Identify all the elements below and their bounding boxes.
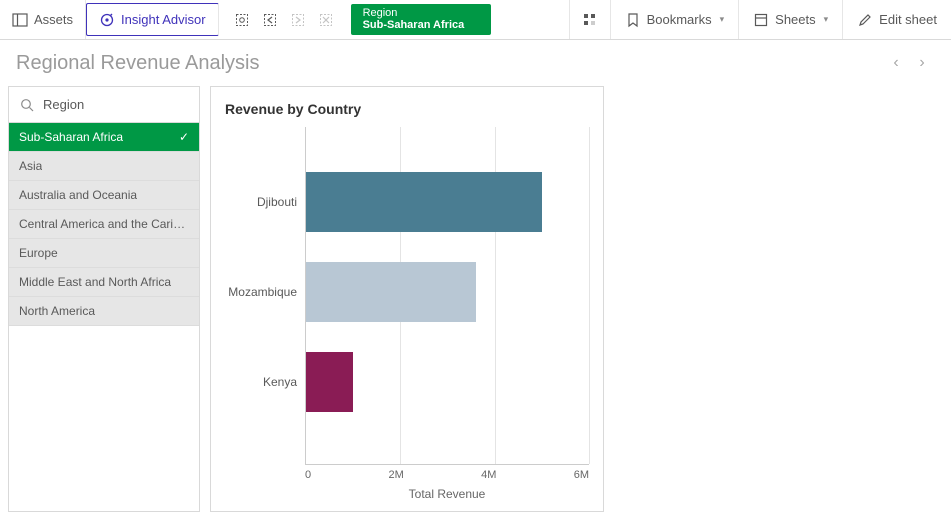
next-sheet-button[interactable]: › [909,54,935,72]
insight-icon [99,12,115,28]
filter-item-label: North America [19,304,95,318]
assets-button[interactable]: Assets [0,0,86,39]
sheet-icon [753,12,769,28]
title-bar: Regional Revenue Analysis ‹ › [0,40,951,86]
panel-icon [12,12,28,28]
filter-item[interactable]: Central America and the Cari… [9,210,199,239]
filter-item-label: Australia and Oceania [19,188,137,202]
filter-list: Sub-Saharan Africa ✓ Asia Australia and Oce… [9,123,199,326]
chart-bar[interactable] [306,352,353,412]
pencil-icon [857,12,873,28]
chart-bar[interactable] [306,172,542,232]
x-tick-label: 6M [574,469,589,481]
filter-pane: Region Sub-Saharan Africa ✓ Asia Australia … [8,86,200,512]
chip-value: Sub-Saharan Africa [363,19,479,32]
filter-item-label: Europe [19,246,58,260]
y-category-label: Mozambique [225,247,305,337]
selection-tools [223,0,345,39]
chart-panel: Revenue by Country DjiboutiMozambiqueKen… [210,86,604,512]
x-tick-label: 0 [305,469,311,481]
filter-item-label: Asia [19,159,42,173]
filter-item[interactable]: Asia [9,152,199,181]
assets-label: Assets [34,12,73,27]
x-tick-label: 2M [388,469,403,481]
step-back-icon[interactable] [257,7,283,33]
selection-chip[interactable]: Region Sub-Saharan Africa [351,4,491,35]
filter-item-label: Sub-Saharan Africa [19,130,123,144]
x-tick-label: 4M [481,469,496,481]
page-title: Regional Revenue Analysis [16,52,260,75]
y-category-label: Kenya [225,337,305,427]
selections-grid-icon [582,12,598,28]
filter-item[interactable]: North America [9,297,199,326]
check-icon: ✓ [179,130,189,144]
filter-header[interactable]: Region [9,87,199,123]
chart-bar[interactable] [306,262,476,322]
clear-selections-icon [313,7,339,33]
step-forward-icon [285,7,311,33]
filter-item[interactable]: Sub-Saharan Africa ✓ [9,123,199,152]
edit-sheet-button[interactable]: Edit sheet [842,0,951,39]
prev-sheet-button[interactable]: ‹ [883,54,909,72]
top-toolbar: Assets Insight Advisor Region Sub-Sahara… [0,0,951,40]
chart-title: Revenue by Country [225,101,589,117]
x-axis-title: Total Revenue [305,487,589,501]
sheets-button[interactable]: Sheets ▾ [738,0,842,39]
bookmarks-button[interactable]: Bookmarks ▾ [610,0,739,39]
sheets-label: Sheets [775,12,815,27]
filter-item[interactable]: Australia and Oceania [9,181,199,210]
chevron-down-icon: ▾ [720,14,725,25]
filter-item-label: Middle East and North Africa [19,275,171,289]
insight-label: Insight Advisor [121,12,206,27]
filter-field-label: Region [43,97,84,112]
chevron-down-icon: ▾ [824,14,829,25]
filter-item-label: Central America and the Cari… [19,217,185,231]
smart-search-icon[interactable] [229,7,255,33]
edit-label: Edit sheet [879,12,937,27]
bookmarks-label: Bookmarks [647,12,712,27]
bookmark-icon [625,12,641,28]
main-area: Region Sub-Saharan Africa ✓ Asia Australia … [0,86,951,520]
search-icon [19,97,35,113]
plot-area[interactable]: DjiboutiMozambiqueKenya [225,127,589,487]
y-category-label: Djibouti [225,157,305,247]
x-axis-ticks: 0 2M 4M 6M [305,469,589,481]
filter-item[interactable]: Middle East and North Africa [9,268,199,297]
global-selections-button[interactable] [569,0,610,39]
chip-field: Region [363,7,479,19]
filter-item[interactable]: Europe [9,239,199,268]
insight-advisor-button[interactable]: Insight Advisor [86,3,219,36]
